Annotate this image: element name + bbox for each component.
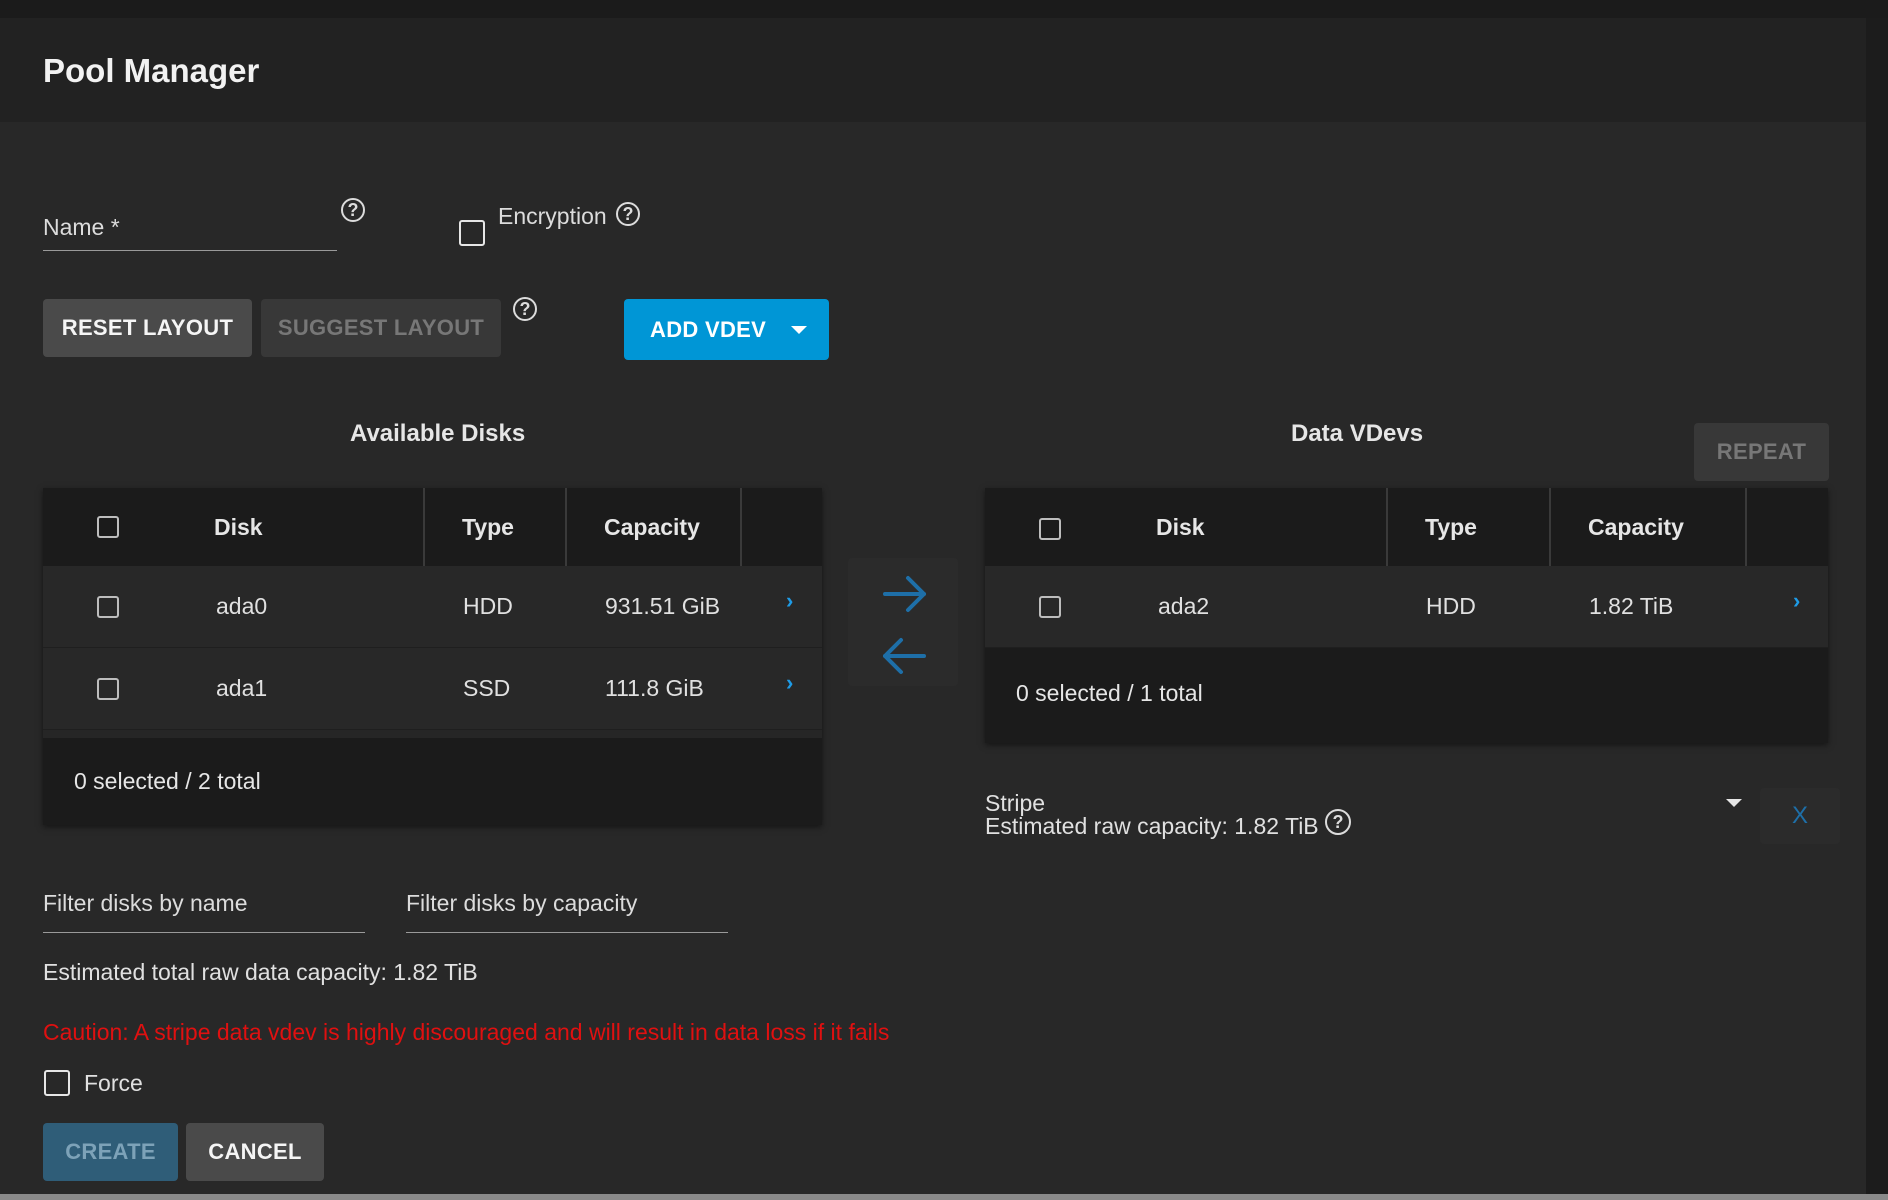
repeat-button[interactable]: REPEAT xyxy=(1694,423,1829,481)
create-button[interactable]: CREATE xyxy=(43,1123,178,1181)
table-footer: 0 selected / 1 total xyxy=(985,648,1828,743)
name-field-label: Name * xyxy=(43,214,120,240)
page-title: Pool Manager xyxy=(43,52,260,89)
table-row[interactable]: ada0 HDD 931.51 GiB › xyxy=(43,566,822,648)
data-vdevs-title: Data VDevs xyxy=(1291,420,1424,447)
encryption-help-icon[interactable]: ? xyxy=(616,202,640,226)
column-divider xyxy=(565,488,567,566)
remove-vdev-button[interactable]: X xyxy=(1760,788,1840,844)
force-label: Force xyxy=(84,1070,143,1096)
disk-type: HDD xyxy=(463,592,513,619)
name-help-icon[interactable]: ? xyxy=(341,198,365,222)
select-all-checkbox[interactable] xyxy=(1039,518,1061,540)
transfer-arrows xyxy=(883,576,926,674)
available-disks-title: Available Disks xyxy=(350,420,526,447)
data-vdevs-table: Disk Type Capacity ada2 HDD 1.82 TiB › 0… xyxy=(985,488,1828,743)
disk-name: ada1 xyxy=(216,674,268,701)
column-divider xyxy=(1745,488,1747,566)
disk-capacity: 111.8 GiB xyxy=(605,674,704,701)
column-header-disk[interactable]: Disk xyxy=(214,488,263,566)
disk-type: HDD xyxy=(1426,592,1476,619)
reset-layout-button[interactable]: RESET LAYOUT xyxy=(43,299,252,357)
table-header: Disk Type Capacity xyxy=(985,488,1828,566)
table-row[interactable]: ada2 HDD 1.82 TiB › xyxy=(985,566,1828,648)
caret-down-icon xyxy=(791,326,807,334)
transfer-controls xyxy=(848,558,958,686)
estimated-raw-capacity: Estimated raw capacity: 1.82 TiB xyxy=(985,813,1319,839)
disk-type: SSD xyxy=(463,674,511,701)
disk-capacity: 931.51 GiB xyxy=(605,592,721,619)
table-header: Disk Type Capacity xyxy=(43,488,822,566)
name-field[interactable]: Name * xyxy=(43,192,337,251)
table-footer: 0 selected / 2 total xyxy=(43,738,822,825)
filter-name-input[interactable] xyxy=(43,890,365,917)
column-header-type[interactable]: Type xyxy=(1425,488,1477,566)
chevron-right-icon[interactable]: › xyxy=(786,588,793,614)
stripe-caution-text: Caution: A stripe data vdev is highly di… xyxy=(43,1019,890,1045)
chevron-right-icon[interactable]: › xyxy=(1793,588,1800,614)
row-checkbox[interactable] xyxy=(1039,596,1061,618)
column-divider xyxy=(1549,488,1551,566)
chevron-right-icon[interactable]: › xyxy=(786,670,793,696)
pool-manager-card: Pool Manager Name * ? Encryption ? RESET… xyxy=(0,18,1866,1194)
disk-name: ada0 xyxy=(216,592,268,619)
filter-capacity-input[interactable] xyxy=(406,890,728,917)
bottom-scroll-strip xyxy=(0,1194,1888,1200)
force-checkbox[interactable] xyxy=(44,1070,70,1096)
column-header-capacity[interactable]: Capacity xyxy=(604,488,700,566)
add-vdev-button[interactable]: ADD VDEV xyxy=(624,299,829,360)
column-divider xyxy=(423,488,425,566)
selection-count: 0 selected / 1 total xyxy=(1016,680,1203,706)
caret-down-icon xyxy=(1726,799,1742,807)
arrow-right-icon[interactable] xyxy=(883,576,926,612)
add-vdev-label: ADD VDEV xyxy=(650,316,767,342)
column-header-type[interactable]: Type xyxy=(462,488,514,566)
estimated-total-capacity: Estimated total raw data capacity: 1.82 … xyxy=(43,959,478,985)
capacity-help-icon[interactable]: ? xyxy=(1325,809,1351,835)
row-checkbox[interactable] xyxy=(97,678,119,700)
disk-capacity: 1.82 TiB xyxy=(1589,592,1674,619)
select-all-checkbox[interactable] xyxy=(97,516,119,538)
encryption-label: Encryption xyxy=(498,203,607,229)
cancel-button[interactable]: CANCEL xyxy=(186,1123,324,1181)
available-disks-table: Disk Type Capacity ada0 HDD 931.51 GiB ›… xyxy=(43,488,822,825)
encryption-checkbox[interactable] xyxy=(459,220,485,246)
suggest-layout-button[interactable]: SUGGEST LAYOUT xyxy=(261,299,501,357)
row-checkbox[interactable] xyxy=(97,596,119,618)
filter-capacity-field[interactable] xyxy=(406,876,728,933)
column-divider xyxy=(740,488,742,566)
selection-count: 0 selected / 2 total xyxy=(74,768,261,794)
arrow-left-icon[interactable] xyxy=(883,638,926,674)
window-top-strip xyxy=(0,0,1888,18)
table-row[interactable]: ada1 SSD 111.8 GiB › xyxy=(43,648,822,730)
vdev-layout-select[interactable]: Stripe xyxy=(985,770,1745,816)
column-header-disk[interactable]: Disk xyxy=(1156,488,1205,566)
column-header-capacity[interactable]: Capacity xyxy=(1588,488,1684,566)
column-divider xyxy=(1386,488,1388,566)
disk-name: ada2 xyxy=(1158,592,1210,619)
suggest-layout-help-icon[interactable]: ? xyxy=(513,297,537,321)
card-header: Pool Manager xyxy=(0,18,1866,122)
filter-name-field[interactable] xyxy=(43,876,365,933)
